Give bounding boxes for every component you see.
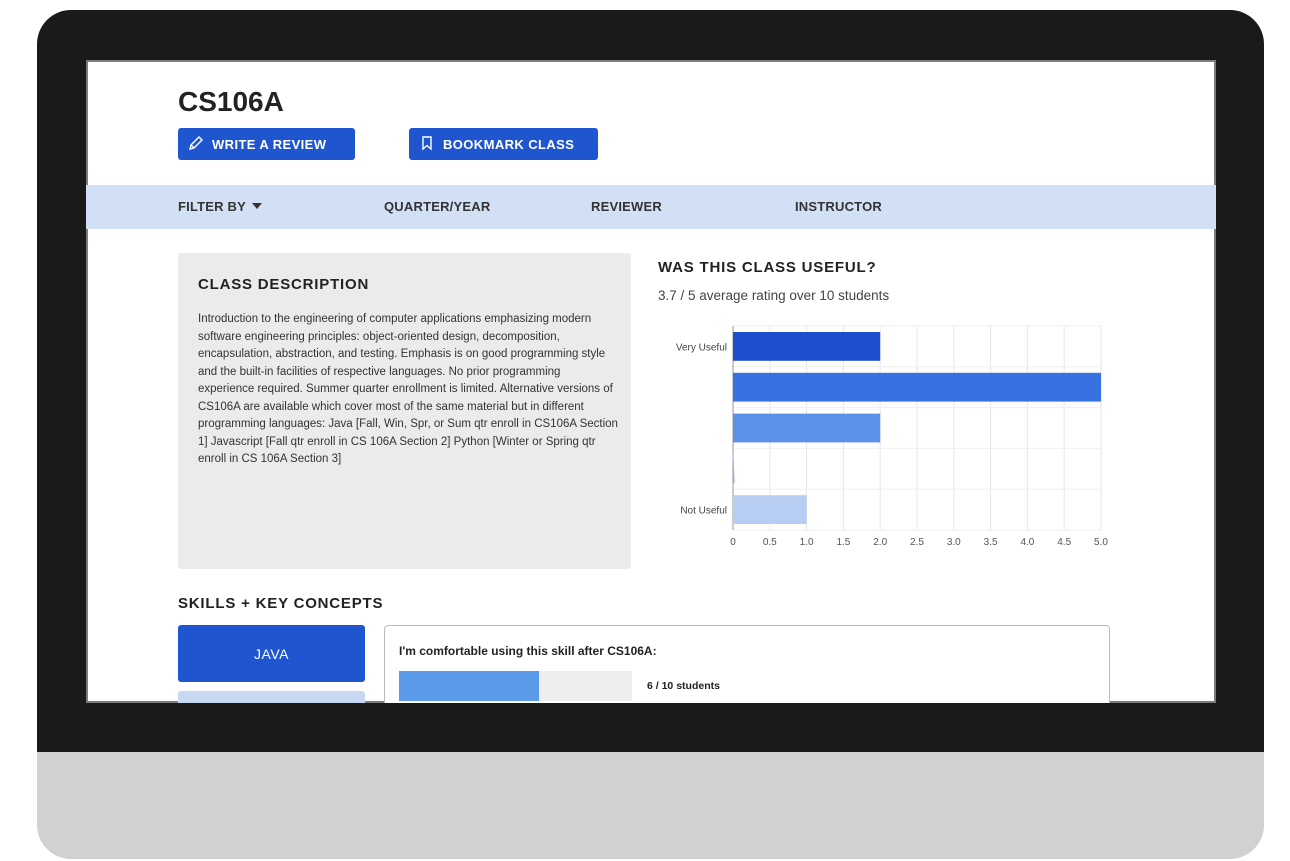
write-review-button[interactable]: WRITE A REVIEW [178, 128, 355, 160]
chart-x-tick-label: 1.5 [836, 537, 850, 548]
skill-count-label: 6 / 10 students [647, 680, 720, 692]
chart-bar [733, 495, 807, 524]
usefulness-title: WAS THIS CLASS USEFUL? [658, 259, 877, 276]
browser-screen: CS106A WRITE A REVIEW BOOKMARK CLASS FIL… [86, 60, 1216, 703]
page-title: CS106A [178, 86, 284, 117]
chart-x-tick-label: 4.5 [1057, 537, 1071, 548]
chart-x-tick-label: 5.0 [1094, 537, 1108, 548]
chart-x-tick-label: 3.5 [984, 537, 998, 548]
chart-bar [733, 413, 881, 443]
skill-progress-fill [399, 671, 539, 701]
skill-comfort-panel: I'm comfortable using this skill after C… [384, 625, 1110, 703]
filter-instructor[interactable]: INSTRUCTOR [795, 199, 882, 214]
skill-tab-next[interactable] [178, 691, 365, 703]
class-description-title: CLASS DESCRIPTION [198, 276, 370, 293]
chart-x-tick-label: 2.5 [910, 537, 924, 548]
bookmark-class-button[interactable]: BOOKMARK CLASS [409, 128, 598, 160]
chart-x-tick-label: 0 [730, 537, 736, 548]
usefulness-summary: 3.7 / 5 average rating over 10 students [658, 288, 890, 303]
bookmark-icon [419, 135, 443, 154]
class-description-card: CLASS DESCRIPTION Introduction to the en… [178, 253, 631, 569]
chart-y-tick-label: Very Useful [676, 342, 727, 353]
chart-x-tick-label: 1.0 [800, 537, 814, 548]
bookmark-class-label: BOOKMARK CLASS [443, 136, 575, 152]
filter-by-dropdown[interactable]: FILTER BY [178, 199, 262, 214]
chevron-down-icon [252, 203, 262, 209]
chart-bar [733, 372, 1101, 402]
skill-progress-track [399, 671, 632, 701]
chart-x-tick-label: 0.5 [763, 537, 777, 548]
skill-tab-java[interactable]: JAVA [178, 625, 365, 682]
write-review-label: WRITE A REVIEW [212, 136, 327, 152]
monitor-chin [37, 752, 1264, 859]
chart-y-tick-label: Not Useful [680, 506, 727, 517]
skill-question: I'm comfortable using this skill after C… [399, 644, 657, 658]
chart-x-tick-label: 3.0 [947, 537, 961, 548]
filter-by-label: FILTER BY [178, 199, 246, 214]
filter-quarter-year[interactable]: QUARTER/YEAR [384, 199, 490, 214]
filter-bar: FILTER BY QUARTER/YEAR REVIEWER INSTRUCT… [86, 185, 1216, 229]
skills-title: SKILLS + KEY CONCEPTS [178, 595, 384, 612]
class-description-text: Introduction to the engineering of compu… [198, 313, 618, 465]
pencil-icon [188, 135, 212, 154]
chart-bar [733, 332, 881, 361]
usefulness-chart: 0 0.5 1.0 1.5 2.0 2.5 3.0 3.5 4.0 4.5 5.0 Very Usef… [676, 325, 1108, 548]
filter-reviewer[interactable]: REVIEWER [591, 199, 662, 214]
chart-x-tick-label: 2.0 [873, 537, 887, 548]
chart-x-tick-label: 4.0 [1020, 537, 1034, 548]
